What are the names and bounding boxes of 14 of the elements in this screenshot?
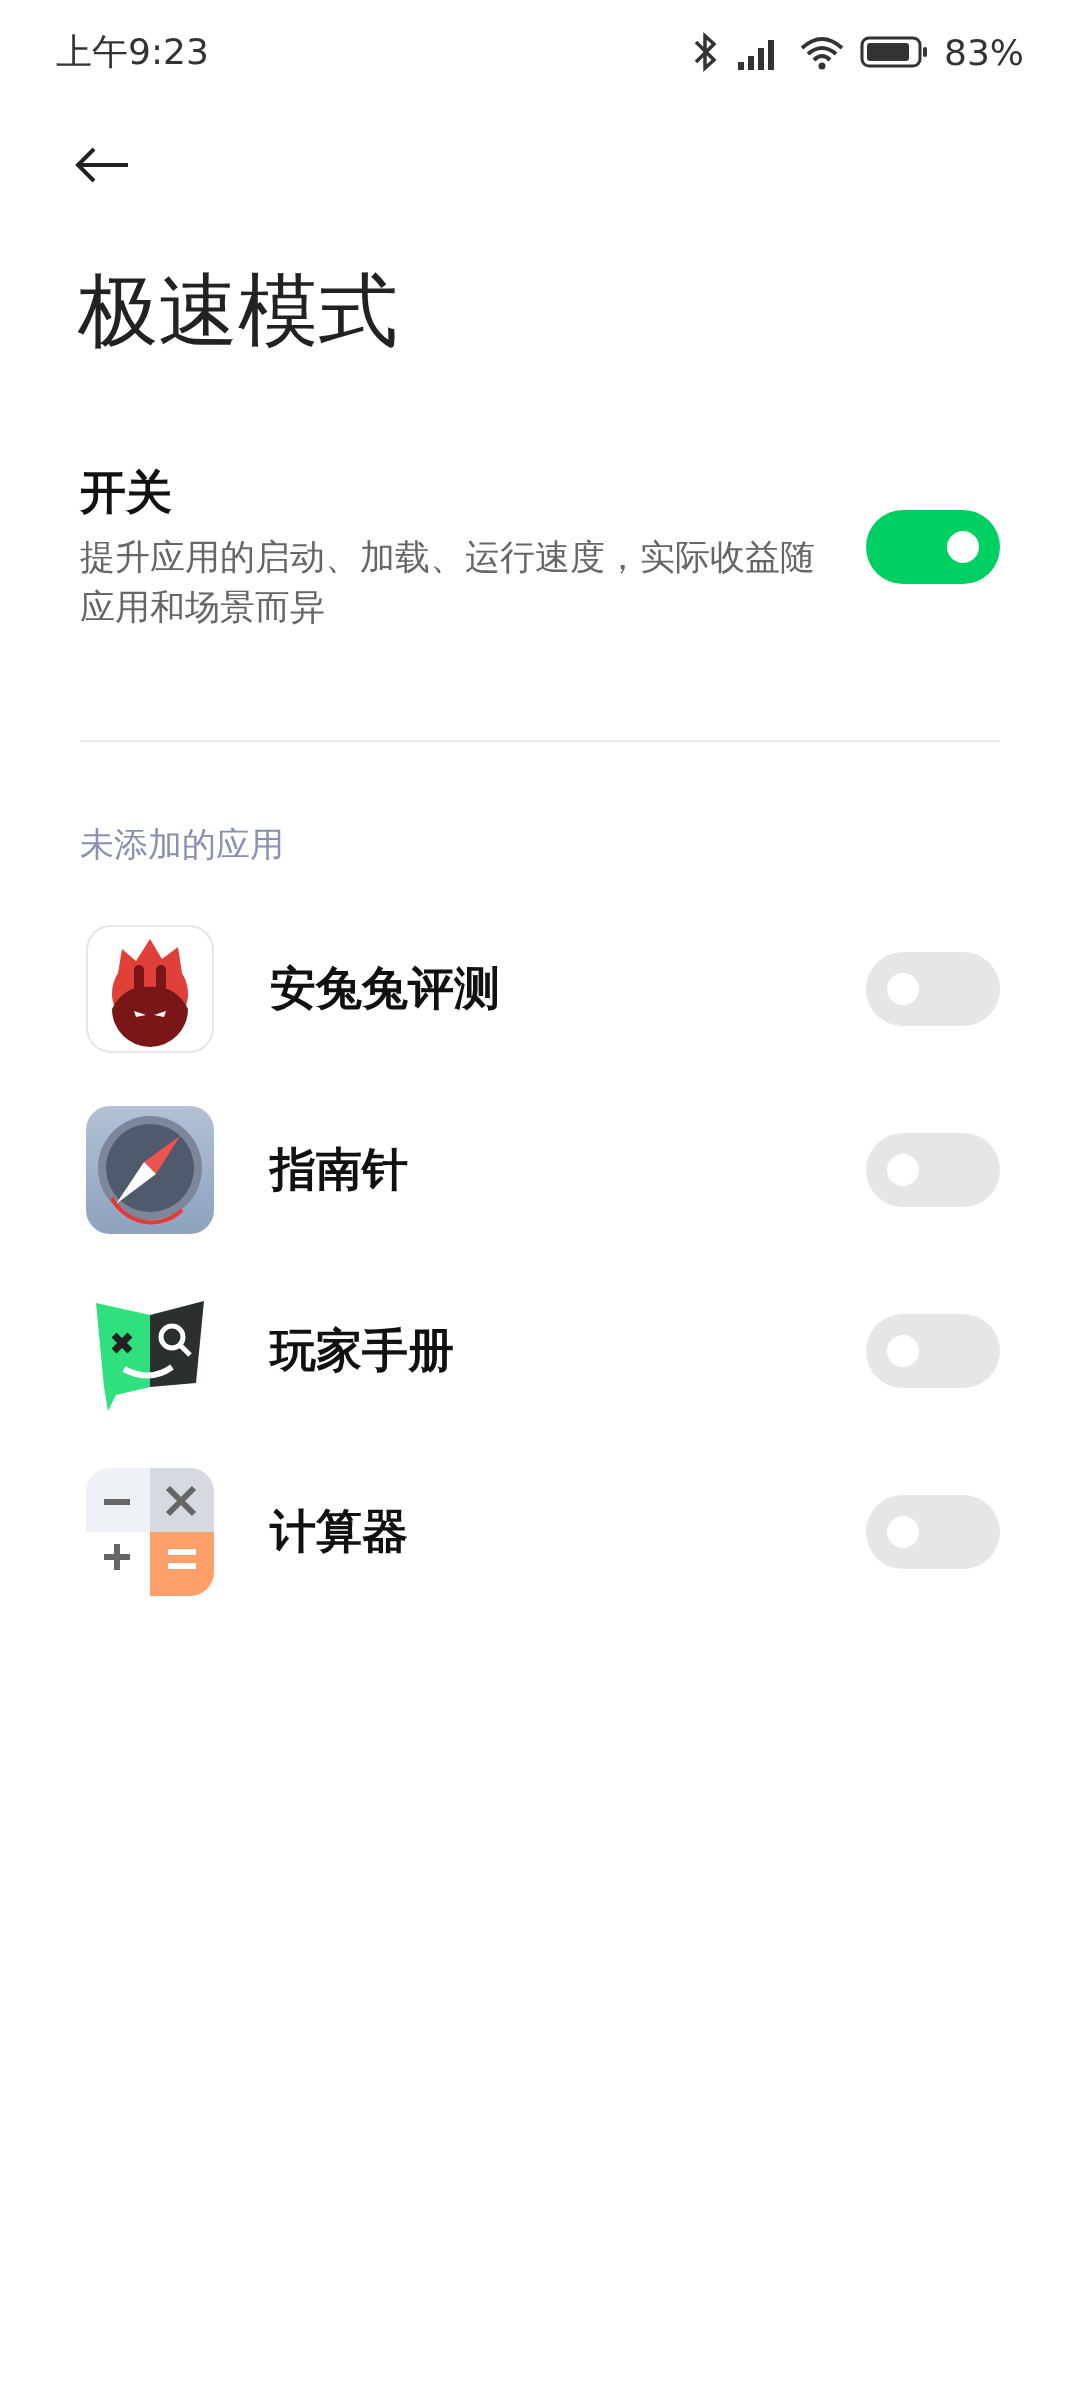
page-title: 极速模式 <box>78 263 399 359</box>
app-name: 安兔兔评测 <box>270 959 501 1017</box>
calculator-app-icon <box>86 1467 214 1596</box>
app-name: 计算器 <box>270 1502 409 1560</box>
section-header: 未添加的应用 <box>80 823 285 866</box>
status-time: 上午9:23 <box>56 29 209 74</box>
flame-app-icon <box>86 924 214 1053</box>
battery-percentage: 83% <box>944 31 1024 73</box>
app-name: 指南针 <box>270 1140 409 1198</box>
compass-app-icon <box>86 1105 214 1234</box>
battery-icon <box>860 34 930 70</box>
switch-description: 提升应用的启动、加载、运行速度，实际收益随应用和场景而异 <box>80 536 816 629</box>
switch-label: 开关 <box>80 464 173 521</box>
app-name: 玩家手册 <box>270 1321 455 1379</box>
